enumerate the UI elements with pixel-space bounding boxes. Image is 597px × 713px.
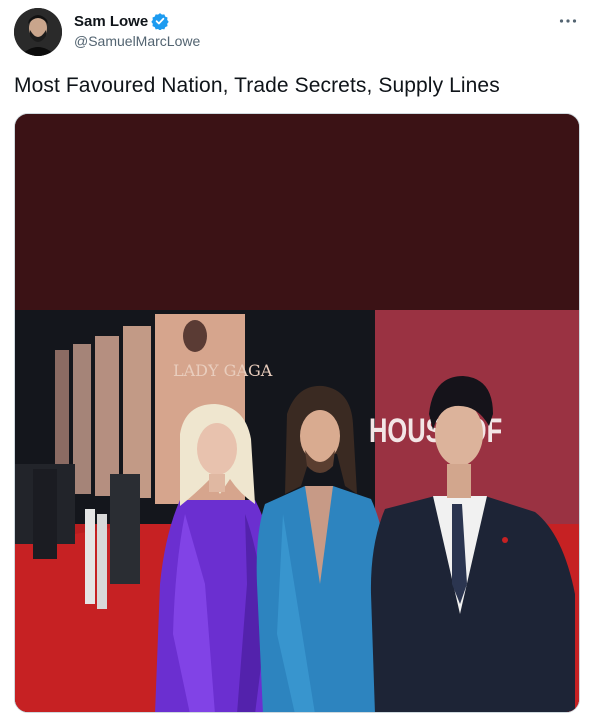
author-avatar[interactable] [14,8,62,56]
author-display-name[interactable]: Sam Lowe [74,13,148,30]
more-horizontal-icon [559,19,577,23]
author-info: Sam Lowe @SamuelMarcLowe [74,11,200,50]
verified-badge-icon [151,12,169,31]
author-handle[interactable]: @SamuelMarcLowe [74,33,200,49]
red-carpet-photo: LADY GAGA HOUSE OF [15,114,579,712]
profile-photo-icon [14,8,62,56]
tweet-photo[interactable]: LADY GAGA HOUSE OF [14,113,580,713]
tweet-text: Most Favoured Nation, Trade Secrets, Sup… [14,74,500,97]
author-name-row: Sam Lowe [74,11,200,31]
more-options-button[interactable] [557,10,579,32]
backdrop-text-lady-gaga: LADY GAGA [173,361,273,380]
tweet-card: Sam Lowe @SamuelMarcLowe Most Favoured N… [0,0,597,713]
